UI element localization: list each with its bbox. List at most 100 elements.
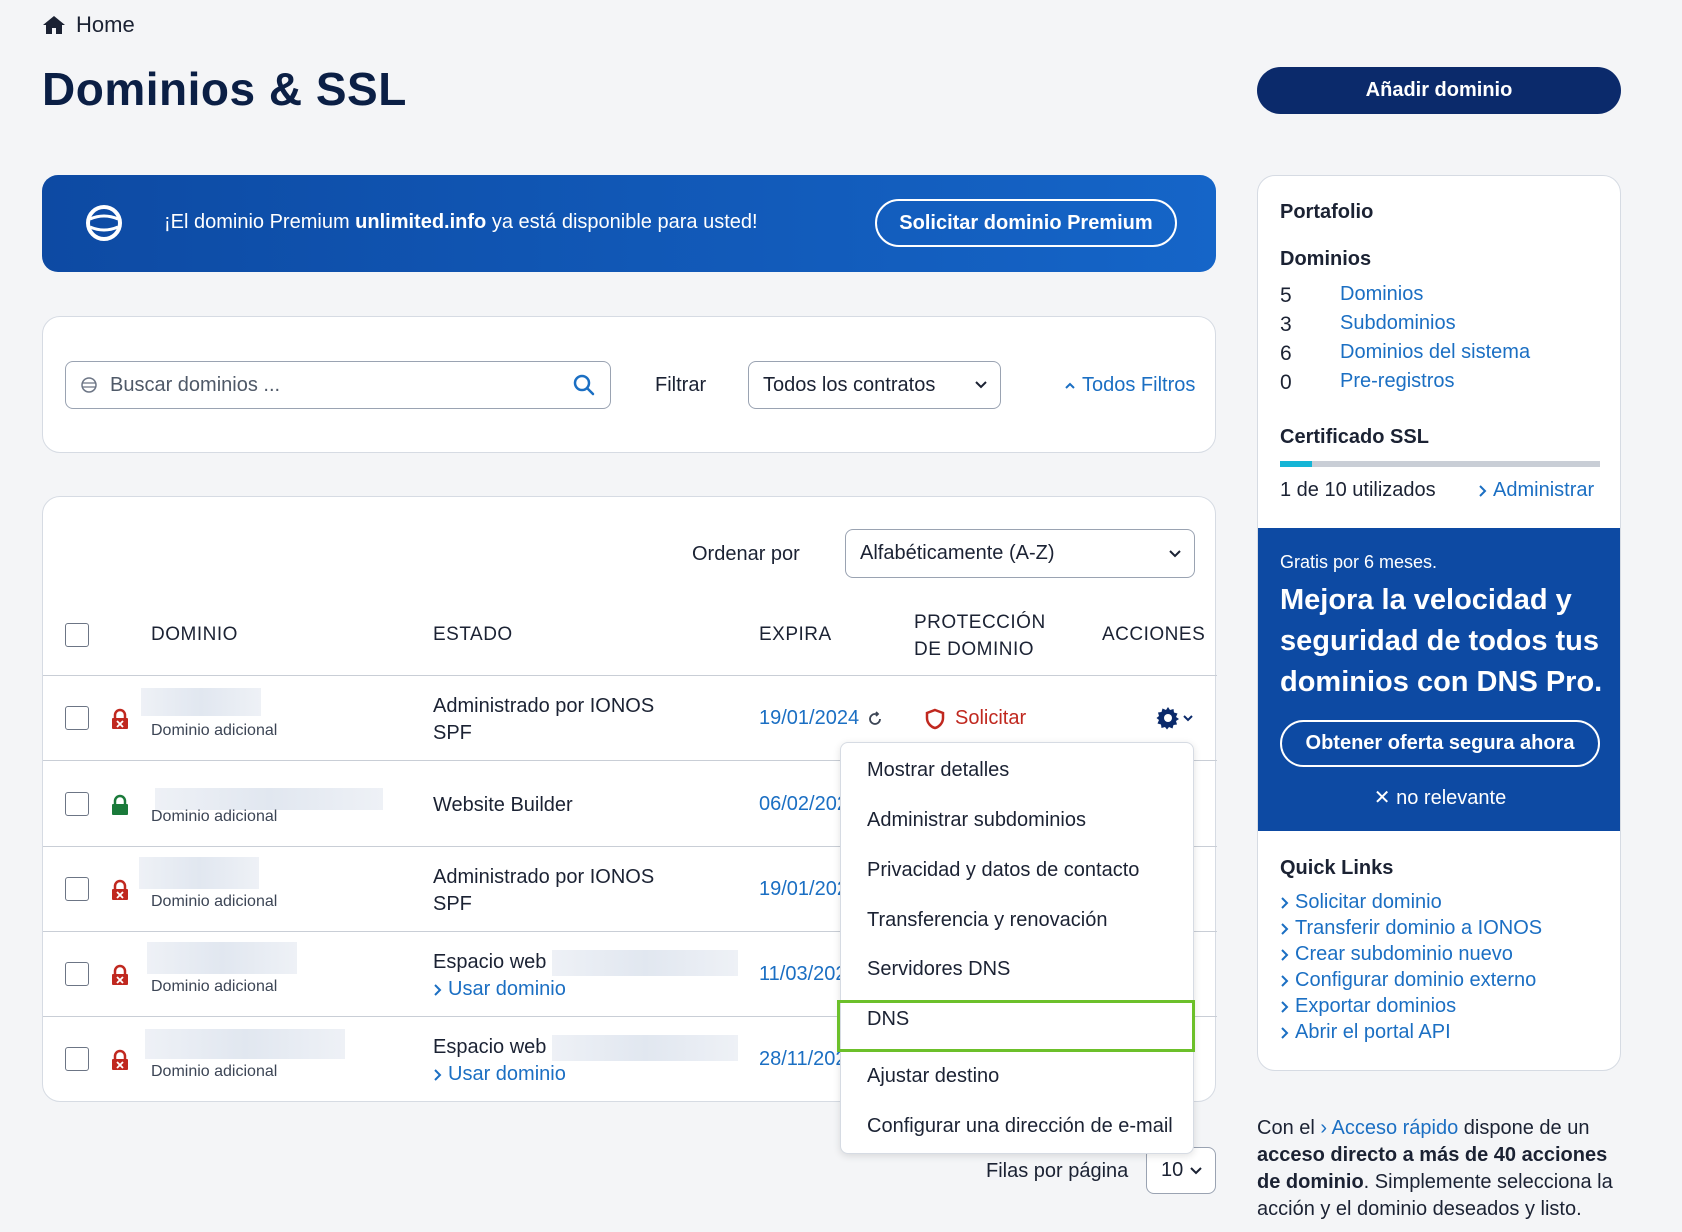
row-checkbox[interactable] [65, 1047, 89, 1071]
dns-promo-small: Gratis por 6 meses. [1280, 552, 1438, 572]
all-filters-toggle[interactable]: Todos Filtros [1064, 374, 1195, 397]
search-placeholder: Buscar dominios ... [110, 373, 281, 396]
domain-type: Dominio adicional [151, 978, 278, 995]
quick-link-export-domains[interactable]: Exportar dominios [1280, 995, 1456, 1018]
chevron-down-icon [1169, 549, 1181, 557]
ssl-usage-bar [1280, 461, 1600, 467]
domain-search-panel: Buscar dominios ... Filtrar Todos los co… [42, 316, 1216, 453]
blurred-domain-name [155, 788, 383, 810]
portfolio-panel: Portafolio Dominios 5 Dominios 3 Subdomi… [1257, 175, 1621, 1071]
blurred-domain-name [147, 942, 297, 974]
home-icon [43, 16, 65, 34]
row-checkbox[interactable] [65, 962, 89, 986]
row-checkbox[interactable] [65, 877, 89, 901]
dns-offer-button[interactable]: Obtener oferta segura ahora [1280, 720, 1600, 767]
status: Administrado por IONOS SPF [433, 695, 655, 744]
preregistrations-link[interactable]: Pre-registros [1340, 370, 1454, 393]
domain-globe-icon [81, 377, 97, 393]
menu-item-configure-email[interactable]: Configurar una dirección de e-mail [867, 1115, 1173, 1138]
menu-item-manage-subdomains[interactable]: Administrar subdominios [867, 809, 1086, 832]
header-expires: EXPIRA [759, 624, 832, 645]
menu-item-adjust-target[interactable]: Ajustar destino [867, 1065, 999, 1088]
request-premium-domain-button[interactable]: Solicitar dominio Premium [875, 199, 1177, 247]
contracts-select[interactable]: Todos los contratos [748, 361, 1001, 409]
blurred-webspace-name [552, 949, 739, 976]
subdomains-link[interactable]: Subdominios [1340, 312, 1456, 335]
header-protection: PROTECCIÓN DE DOMINIO [914, 612, 1046, 660]
actions-menu: Mostrar detalles Administrar subdominios… [837, 742, 1195, 1154]
blurred-webspace-name [552, 1034, 739, 1061]
quick-access-note: Con el › Acceso rápido dispone de un acc… [1257, 1117, 1613, 1220]
expiry-date[interactable]: 11/03/202 [759, 963, 847, 986]
chevron-right-icon [1281, 1000, 1289, 1013]
request-protection-link[interactable]: Solicitar [925, 707, 1026, 730]
quick-access-link[interactable]: › Acceso rápido [1320, 1117, 1458, 1139]
domain-type: Dominio adicional [151, 722, 278, 739]
search-input[interactable]: Buscar dominios ... [65, 361, 611, 409]
ssl-usage-fill [1280, 461, 1312, 467]
system-domains-link[interactable]: Dominios del sistema [1340, 341, 1530, 364]
expiry-date[interactable]: 06/02/202 [759, 793, 848, 816]
system-domains-count: 6 [1280, 342, 1292, 365]
ssl-unsecured-lock-icon [112, 964, 128, 985]
quick-link-external-domain[interactable]: Configurar dominio externo [1280, 969, 1536, 992]
chevron-right-icon [1479, 484, 1487, 497]
status: Espacio web Usar dominio [433, 1034, 739, 1088]
quick-links-title: Quick Links [1280, 857, 1394, 879]
dns-pro-promo: Gratis por 6 meses. Mejora la velocidad … [1258, 528, 1620, 831]
blurred-domain-name [145, 1029, 345, 1059]
ssl-manage-link[interactable]: Administrar [1478, 479, 1594, 502]
row-checkbox[interactable] [65, 792, 89, 816]
chevron-right-icon [1281, 974, 1289, 987]
search-icon[interactable] [572, 373, 596, 397]
rows-per-page-select[interactable]: 10 [1146, 1147, 1216, 1194]
gear-icon [1156, 707, 1179, 730]
header-domain: DOMINIO [151, 624, 238, 645]
row-checkbox[interactable] [65, 706, 89, 730]
quick-link-request-domain[interactable]: Solicitar dominio [1280, 891, 1442, 914]
premium-domain-message: ¡El dominio Premium unlimited.info ya es… [164, 211, 758, 233]
chevron-right-icon [434, 1068, 442, 1081]
actions-gear-button[interactable] [1156, 705, 1200, 731]
use-domain-link[interactable]: Usar dominio [433, 976, 738, 1003]
status: Administrado por IONOS SPF [433, 866, 655, 915]
ssl-unsecured-lock-icon [112, 879, 128, 900]
expiry-date[interactable]: 28/11/202 [759, 1048, 847, 1071]
preregistrations-count: 0 [1280, 371, 1292, 394]
dismiss-promo-link[interactable]: ✕ no relevante [1258, 785, 1620, 810]
expiry-date[interactable]: 19/01/202 [759, 878, 848, 901]
select-all-checkbox[interactable] [65, 623, 89, 647]
chevron-down-icon [1190, 1166, 1202, 1174]
add-domain-button[interactable]: Añadir dominio [1257, 67, 1621, 114]
filter-label: Filtrar [655, 374, 707, 396]
premium-domain-banner: ¡El dominio Premium unlimited.info ya es… [42, 175, 1216, 272]
subdomains-count: 3 [1280, 313, 1292, 336]
quick-link-api-portal[interactable]: Abrir el portal API [1280, 1021, 1451, 1044]
menu-item-show-details[interactable]: Mostrar detalles [867, 759, 1009, 782]
quick-link-create-subdomain[interactable]: Crear subdominio nuevo [1280, 943, 1513, 966]
menu-item-dns[interactable]: DNS [867, 1008, 909, 1031]
sort-select[interactable]: Alfabéticamente (A-Z) [845, 529, 1195, 578]
ssl-heading: Certificado SSL [1280, 426, 1429, 448]
expiry-date[interactable]: 19/01/2024 [759, 707, 883, 730]
chevron-right-icon [1281, 896, 1289, 909]
header-actions: ACCIONES [1102, 624, 1206, 645]
header-status: ESTADO [433, 624, 513, 645]
breadcrumb-home[interactable]: Home [42, 12, 135, 38]
globe-icon [86, 205, 122, 241]
menu-item-privacy-contact[interactable]: Privacidad y datos de contacto [867, 859, 1139, 882]
domains-link[interactable]: Dominios [1340, 283, 1423, 306]
quick-link-transfer-domain[interactable]: Transferir dominio a IONOS [1280, 917, 1542, 940]
chevron-right-icon [1281, 948, 1289, 961]
auto-renew-icon [869, 710, 882, 725]
status: Espacio web Usar dominio [433, 949, 739, 1003]
dns-promo-headline: Mejora la velocidad y seguridad de todos… [1280, 584, 1603, 698]
ssl-unsecured-lock-icon [112, 1049, 128, 1070]
chevron-down-icon [975, 381, 987, 389]
menu-item-dns-servers[interactable]: Servidores DNS [867, 958, 1010, 981]
domain-type: Dominio adicional [151, 808, 278, 825]
use-domain-link[interactable]: Usar dominio [433, 1061, 738, 1088]
menu-item-transfer-renewal[interactable]: Transferencia y renovación [867, 909, 1108, 932]
close-icon: ✕ [1373, 787, 1397, 809]
sort-select-value: Alfabéticamente (A-Z) [860, 542, 1055, 564]
